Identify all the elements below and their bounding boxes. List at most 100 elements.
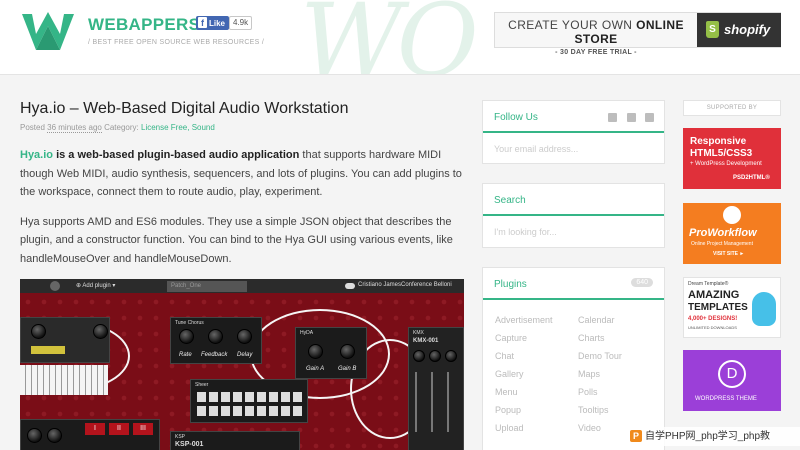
post-content: Hya.io – Web-Based Digital Audio Worksta… [0,76,470,450]
knob [429,350,441,362]
search-title: Search [494,195,526,206]
roman-i: I [85,423,105,435]
ad-text: CREATE YOUR OWN ONLINE STORE - 30 DAY FR… [495,13,697,56]
divi-logo-icon: D [718,360,746,388]
cat-mascot-icon [752,292,776,326]
step-buttons [197,406,303,416]
post-meta: Posted 36 minutes ago Category: License … [20,123,215,133]
facebook-icon[interactable] [608,113,617,122]
shopify-wordmark: shopify [724,22,771,37]
post-screenshot[interactable]: ⊕ Add plugin ▾ Patch_One Cristiano James… [20,279,464,450]
keyboard [20,365,108,395]
knob [31,324,46,339]
knob [340,344,355,359]
follow-us-title: Follow Us [494,112,538,123]
facebook-like-label: Like [209,19,226,28]
search-input[interactable]: I'm looking for... [494,227,557,237]
post-paragraph: Hya supports AMD and ES6 modules. They u… [20,215,453,265]
search-widget: Search I'm looking for... [482,183,665,248]
kmx-module: KMX KMX-001 [408,327,464,450]
screenshot-patch-tab: Patch_One [167,281,247,292]
plugin-link[interactable]: Demo Tour [578,351,622,361]
plugin-link[interactable]: Calendar [578,315,615,325]
screenshot-user: Cristiano JamesConference Belloni [358,282,452,288]
plugin-link[interactable]: Capture [495,333,527,343]
post-categories[interactable]: License Free, Sound [141,123,215,132]
webappers-logo-icon[interactable] [20,12,76,52]
facebook-icon: f [198,17,207,28]
site-tagline: / BEST FREE OPEN SOURCE WEB RESOURCES / [88,39,265,46]
bottom-left-module: I II III [20,419,160,450]
fader [447,372,449,432]
hya-logo-icon [50,281,60,291]
proworkflow-ad[interactable]: ProWorkflow Online Project Management VI… [683,203,781,264]
plugin-link[interactable]: Upload [495,423,524,433]
brand-name[interactable]: WEBAPPERS [88,15,200,35]
post-paragraph: Hya.io is a web-based plugin-based audio… [20,149,462,198]
knob [413,350,425,362]
rss-icon[interactable] [645,113,654,122]
plugin-link[interactable]: Gallery [495,369,524,379]
facebook-like-button[interactable]: f Like [196,16,230,30]
knob [208,329,223,344]
plugins-title: Plugins [494,279,527,290]
plugin-link[interactable]: Charts [578,333,605,343]
screenshot-toolbar: ⊕ Add plugin ▾ Patch_One Cristiano James… [20,279,464,293]
psd2html-ad[interactable]: Responsive HTML5/CSS3 + WordPress Develo… [683,128,781,189]
post-time: 36 minutes ago [47,123,102,133]
plugin-link[interactable]: Advertisement [495,315,553,325]
twitter-icon[interactable] [627,113,636,122]
post-body: Hya.io is a web-based plugin-based audio… [20,146,465,279]
screenshot-add-plugin: ⊕ Add plugin ▾ [76,283,116,289]
plugin-link[interactable]: Popup [495,405,521,415]
hyda-module: HyDA Gain A Gain B [295,327,367,379]
site-header: WO WEBAPPERS f Like 4.9k / BEST FREE OPE… [0,0,800,75]
follow-us-widget: Follow Us Your email address... [482,100,665,164]
dreamtemplate-ad[interactable]: Dream Template® AMAZING TEMPLATES 4,000+… [683,277,781,338]
plugin-link[interactable]: Menu [495,387,518,397]
widget-header: Follow Us [483,101,664,133]
ad-subline: - 30 DAY FREE TRIAL - [555,49,637,56]
post-title[interactable]: Hya.io – Web-Based Digital Audio Worksta… [20,100,348,118]
roman-iii: III [133,423,153,435]
watermark: P 自学PHP网_php学习_php教 [627,427,800,446]
knob [308,344,323,359]
plugins-widget: Plugins 640 Advertisement Capture Chat G… [482,267,665,450]
roman-ii: II [109,423,129,435]
plugin-link[interactable]: Chat [495,351,514,361]
shopify-bag-icon: S [706,21,719,38]
divi-theme-ad[interactable]: D WORDPRESS THEME [683,350,781,411]
knob [179,329,194,344]
plugin-link[interactable]: Tooltips [578,405,609,415]
email-input[interactable]: Your email address... [494,144,578,154]
tune-chorus-module: Tune Chorus Rate Feedback Delay [170,317,262,364]
plugin-link[interactable]: Maps [578,369,600,379]
fader [431,372,433,432]
fader [415,372,417,432]
knob [93,324,108,339]
cow-icon [723,206,741,224]
knob [47,428,62,443]
shopify-logo: S shopify [697,13,781,47]
knob [445,350,457,362]
ksp-module: KSP KSP-001 [170,431,300,450]
step-buttons [197,392,303,402]
plugin-link[interactable]: Polls [578,387,598,397]
shopify-ad-banner[interactable]: CREATE YOUR OWN ONLINE STORE - 30 DAY FR… [494,12,781,56]
knob [237,329,252,344]
widget-header: Search [483,184,664,216]
widget-header: Plugins 640 [483,268,664,300]
supported-by-label: SUPPORTED BY [683,100,781,116]
lcd-display [31,346,65,354]
ad-headline: CREATE YOUR OWN ONLINE STORE [508,18,684,46]
watermark-logo-icon: P [630,430,642,442]
synth-module [20,317,110,363]
plugins-count-badge: 640 [631,278,653,287]
header-decoration: WO [300,0,479,75]
facebook-like-count: 4.9k [229,16,253,30]
hya-link[interactable]: Hya.io [20,149,53,161]
sheer-module: Sheer [190,379,308,423]
cloud-icon [345,283,355,289]
plugin-link[interactable]: Video [578,423,601,433]
knob [27,428,42,443]
